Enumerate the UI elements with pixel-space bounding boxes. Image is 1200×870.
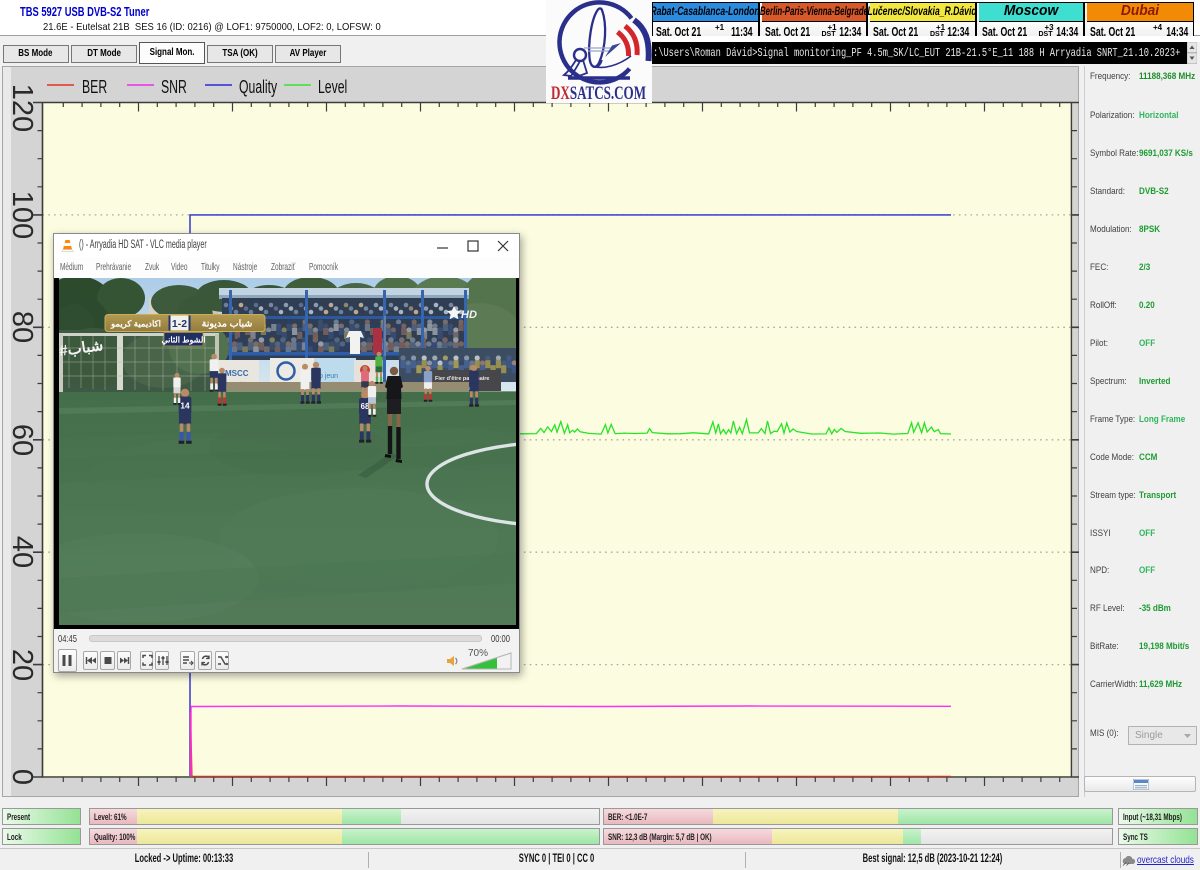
svg-text:اكاديمية كريمو: اكاديمية كريمو bbox=[110, 319, 161, 330]
svg-text:MSCC: MSCC bbox=[225, 369, 249, 378]
svg-text:o jeun: o jeun bbox=[319, 373, 338, 380]
svg-text:الشوط الثاني: الشوط الثاني bbox=[162, 335, 206, 345]
svg-text:1-2: 1-2 bbox=[172, 318, 187, 330]
svg-text:شباب مديونة: شباب مديونة bbox=[202, 319, 253, 330]
svg-text:Fier d'être partenaire: Fier d'être partenaire bbox=[435, 376, 490, 382]
svg-text:14: 14 bbox=[180, 401, 190, 410]
svg-text:HD: HD bbox=[461, 309, 477, 321]
svg-text:DXSATCS.COM: DXSATCS.COM bbox=[551, 83, 646, 103]
